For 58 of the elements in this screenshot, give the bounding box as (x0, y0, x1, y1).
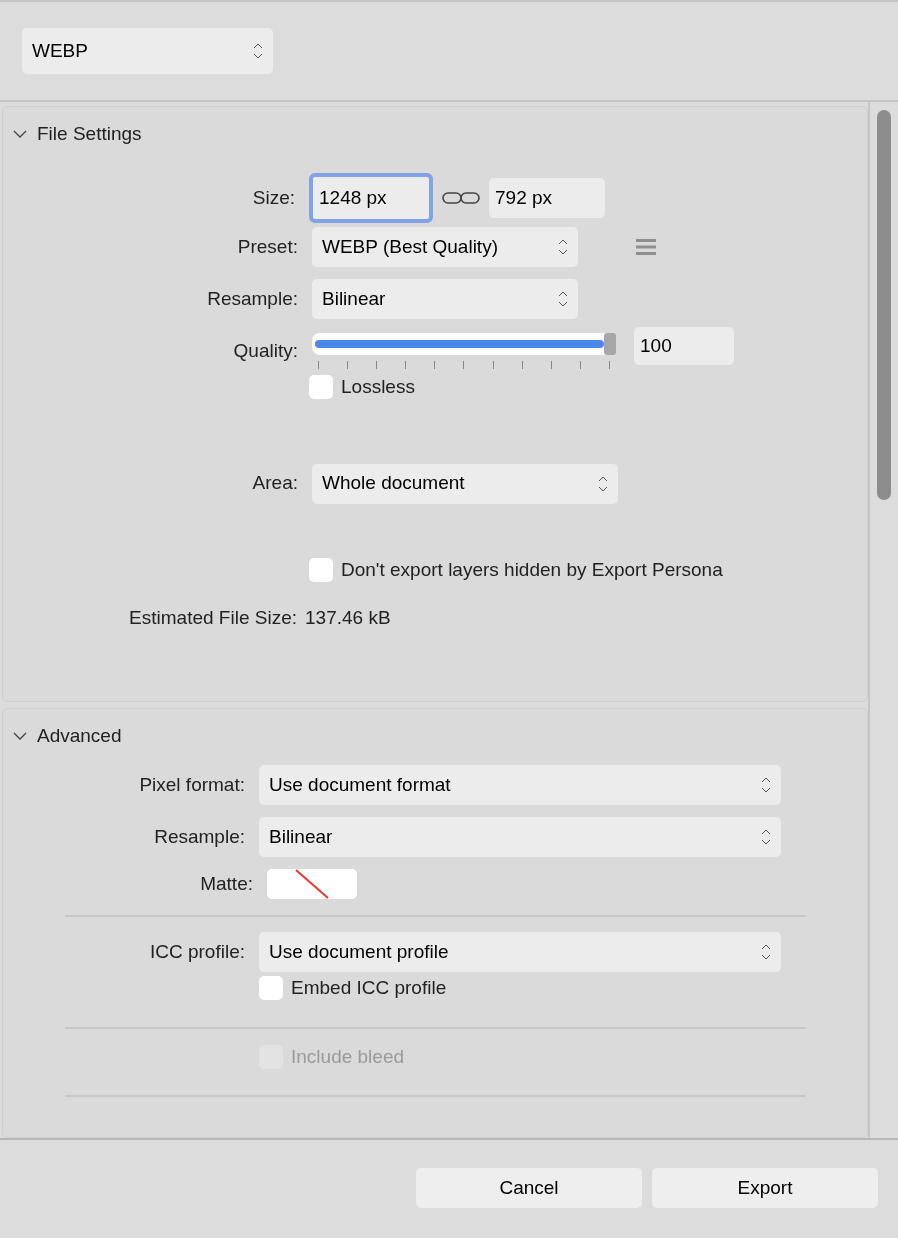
field-label: Estimated File Size: (128, 606, 298, 630)
dialog-button[interactable]: Export (652, 1168, 878, 1208)
tick-mark (550, 361, 552, 369)
tick-mark (521, 361, 523, 369)
field-label: Size: (251, 185, 296, 210)
field-label: Resample: (153, 824, 246, 849)
no-color-swatch[interactable] (267, 869, 357, 899)
tick-mark (434, 361, 436, 369)
tick-mark (318, 361, 319, 369)
stepper-icon (558, 238, 568, 256)
dropdown-select[interactable]: Use document profile (259, 932, 781, 972)
field-label: ICC profile: (148, 939, 246, 964)
chevron-icon[interactable] (13, 731, 27, 741)
dialog-button[interactable]: Cancel (416, 1168, 642, 1208)
chain-link-icon[interactable] (441, 190, 481, 206)
slider-track[interactable] (312, 333, 616, 355)
estimated-size-value: 137.46 kB (305, 606, 391, 630)
tick-mark (405, 361, 407, 369)
checkbox-label: Include bleed (291, 1044, 405, 1069)
field-label: Resample: (206, 286, 299, 311)
checkbox-label: Embed ICC profile (291, 976, 447, 1000)
tick-mark (492, 361, 494, 369)
slider-thumb[interactable] (604, 333, 616, 355)
field-label: Preset: (236, 234, 299, 259)
tick-mark (376, 361, 378, 369)
checkbox[interactable] (309, 375, 333, 400)
stepper-icon (253, 42, 263, 60)
dropdown-select[interactable]: WEBP (Best Quality) (312, 227, 578, 267)
stepper-icon (761, 776, 771, 794)
dropdown-select[interactable]: Bilinear (259, 817, 781, 857)
tick-mark (608, 361, 610, 369)
stepper-icon (761, 828, 771, 846)
field-label: Quality: (232, 338, 299, 363)
checkbox-label: Don't export layers hidden by Export Persona (341, 557, 723, 582)
checkbox[interactable] (259, 976, 283, 1001)
scroll-thumb[interactable] (877, 110, 891, 500)
height-field[interactable]: 792 px (489, 178, 605, 218)
tick-mark (579, 361, 581, 369)
chevron-icon[interactable] (13, 129, 27, 139)
field-label: Matte: (199, 871, 254, 896)
dropdown-select[interactable]: Bilinear (312, 279, 578, 319)
width-field[interactable]: 1248 px (309, 173, 433, 223)
section-title[interactable]: File Settings (37, 119, 142, 149)
stepper-icon (558, 290, 568, 308)
section-title[interactable]: Advanced (37, 721, 122, 751)
field-label: Area: (251, 471, 299, 496)
stepper-icon (598, 474, 608, 493)
stepper-icon (761, 943, 771, 961)
field-label: Pixel format: (138, 772, 246, 797)
tick-mark (347, 361, 349, 369)
tick-mark (463, 361, 465, 369)
dropdown-select[interactable]: Whole document (312, 463, 618, 504)
checkbox-label: Lossless (341, 375, 415, 399)
checkbox[interactable] (309, 557, 333, 582)
format-dropdown[interactable]: WEBP (22, 28, 273, 74)
menu-icon[interactable] (636, 237, 656, 257)
quality-field[interactable]: 100 (634, 327, 734, 365)
dropdown-select[interactable]: Use document format (259, 765, 781, 805)
